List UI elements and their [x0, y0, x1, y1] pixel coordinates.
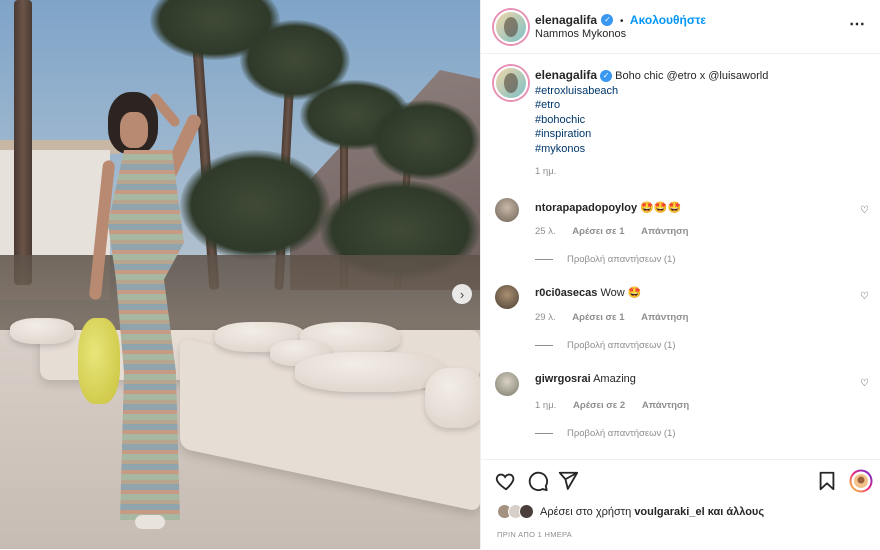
photo-cushion	[295, 352, 445, 392]
caption: elenagalifa ✓ Boho chic @etro x @luisawo…	[535, 68, 855, 177]
bookmark-icon[interactable]	[816, 470, 838, 492]
comment-likes[interactable]: Αρέσει σε 2	[573, 400, 625, 411]
likes-others-link[interactable]: και άλλους	[708, 506, 764, 518]
hashtag-link[interactable]: #etro	[535, 98, 855, 113]
likes-summary: Αρέσει στο χρήστη voulgaraki_el και άλλο…	[497, 504, 764, 519]
post-actions: Αρέσει στο χρήστη voulgaraki_el και άλλο…	[481, 459, 880, 550]
share-send-icon[interactable]	[557, 470, 579, 492]
post-photo[interactable]: ›	[0, 0, 480, 549]
comment-likes[interactable]: Αρέσει σε 1	[572, 226, 624, 237]
comment-avatar[interactable]	[495, 285, 519, 309]
comment-time: 1 ημ.	[535, 400, 557, 411]
post-location[interactable]: Nammos Mykonos	[535, 28, 626, 40]
author-username[interactable]: elenagalifa	[535, 13, 597, 27]
follow-button[interactable]: Ακολουθήστε	[630, 13, 706, 27]
comment-avatar[interactable]	[495, 372, 519, 396]
separator-dot: •	[619, 16, 624, 27]
reply-button[interactable]: Απάντηση	[642, 400, 689, 411]
comments-scroll[interactable]: elenagalifa ✓ Boho chic @etro x @luisawo…	[481, 54, 880, 459]
chevron-right-icon: ›	[459, 286, 465, 302]
comment-likes[interactable]: Αρέσει σε 1	[572, 312, 624, 323]
reply-button[interactable]: Απάντηση	[641, 226, 688, 237]
comment-username[interactable]: ntorapapadopoyloy	[535, 202, 637, 214]
comment-meta: 1 ημ. Αρέσει σε 2 Απάντηση	[535, 400, 689, 411]
comment-avatar[interactable]	[495, 198, 519, 222]
comment-username[interactable]: r0ci0asecas	[535, 287, 597, 299]
comment-body: giwrgosrai Amazing	[535, 373, 636, 385]
profile-story-ring-icon[interactable]	[849, 469, 873, 493]
likes-prefix: Αρέσει στο χρήστη	[540, 505, 632, 518]
photo-cushion	[10, 318, 74, 344]
comment-meta: 29 λ. Αρέσει σε 1 Απάντηση	[535, 312, 688, 323]
author-avatar[interactable]	[494, 10, 528, 44]
post-time-ago: ΠΡΙΝ ΑΠΟ 1 ΗΜΕΡΑ	[497, 530, 573, 539]
reply-button[interactable]: Απάντηση	[641, 312, 688, 323]
liker-avatar[interactable]	[519, 504, 534, 519]
palm-trunk	[14, 0, 32, 285]
comment-time: 29 λ.	[535, 312, 556, 323]
carousel-next-button[interactable]: ›	[452, 284, 472, 304]
photo-cushion	[425, 368, 480, 428]
verified-badge-icon: ✓	[601, 13, 614, 26]
view-replies-button[interactable]: Προβολή απαντήσεων (1)	[535, 428, 676, 439]
instagram-post: › elenagalifa ✓ • Ακολουθήστε Nammos Myk…	[0, 0, 880, 549]
photo-yellow-bag	[78, 318, 120, 404]
post-header: elenagalifa ✓ • Ακολουθήστε Nammos Mykon…	[481, 0, 880, 54]
comment-bubble-icon[interactable]	[527, 470, 549, 492]
comment-body: r0ci0asecas Wow 🤩	[535, 286, 641, 299]
author-line: elenagalifa ✓ • Ακολουθήστε	[535, 11, 706, 29]
palm-frond	[180, 150, 330, 260]
caption-avatar[interactable]	[494, 66, 528, 100]
post-details-panel: elenagalifa ✓ • Ακολουθήστε Nammos Mykon…	[480, 0, 880, 549]
comment-meta: 25 λ. Αρέσει σε 1 Απάντηση	[535, 226, 688, 237]
likes-user-link[interactable]: voulgaraki_el	[634, 506, 704, 518]
like-heart-icon[interactable]	[495, 470, 517, 492]
view-replies-button[interactable]: Προβολή απαντήσεων (1)	[535, 340, 676, 351]
comment-text: 🤩🤩🤩	[640, 202, 682, 214]
comment-time: 25 λ.	[535, 226, 556, 237]
photo-face	[120, 112, 148, 148]
hashtag-link[interactable]: #inspiration	[535, 127, 855, 142]
hashtag-link[interactable]: #etroxluisabeach	[535, 84, 855, 99]
caption-text: Boho chic @etro x @luisaworld	[615, 70, 769, 82]
comment-text: Amazing	[593, 373, 636, 385]
photo-shoe	[135, 515, 165, 529]
palm-frond	[370, 100, 480, 180]
comment-username[interactable]: giwrgosrai	[535, 373, 591, 385]
caption-username[interactable]: elenagalifa	[535, 68, 597, 82]
hashtag-link[interactable]: #mykonos	[535, 142, 855, 157]
comment-text: Wow 🤩	[600, 287, 642, 299]
comment-like-icon[interactable]: ♡	[860, 205, 870, 216]
view-replies-button[interactable]: Προβολή απαντήσεων (1)	[535, 254, 676, 265]
hashtag-link[interactable]: #bohochic	[535, 113, 855, 128]
comment-like-icon[interactable]: ♡	[860, 291, 870, 302]
caption-time: 1 ημ.	[535, 166, 557, 177]
comment-body: ntorapapadopoyloy 🤩🤩🤩	[535, 201, 681, 214]
comment-like-icon[interactable]: ♡	[860, 378, 870, 389]
verified-badge-icon: ✓	[600, 70, 613, 83]
more-options-icon[interactable]: ⋯	[849, 14, 866, 34]
